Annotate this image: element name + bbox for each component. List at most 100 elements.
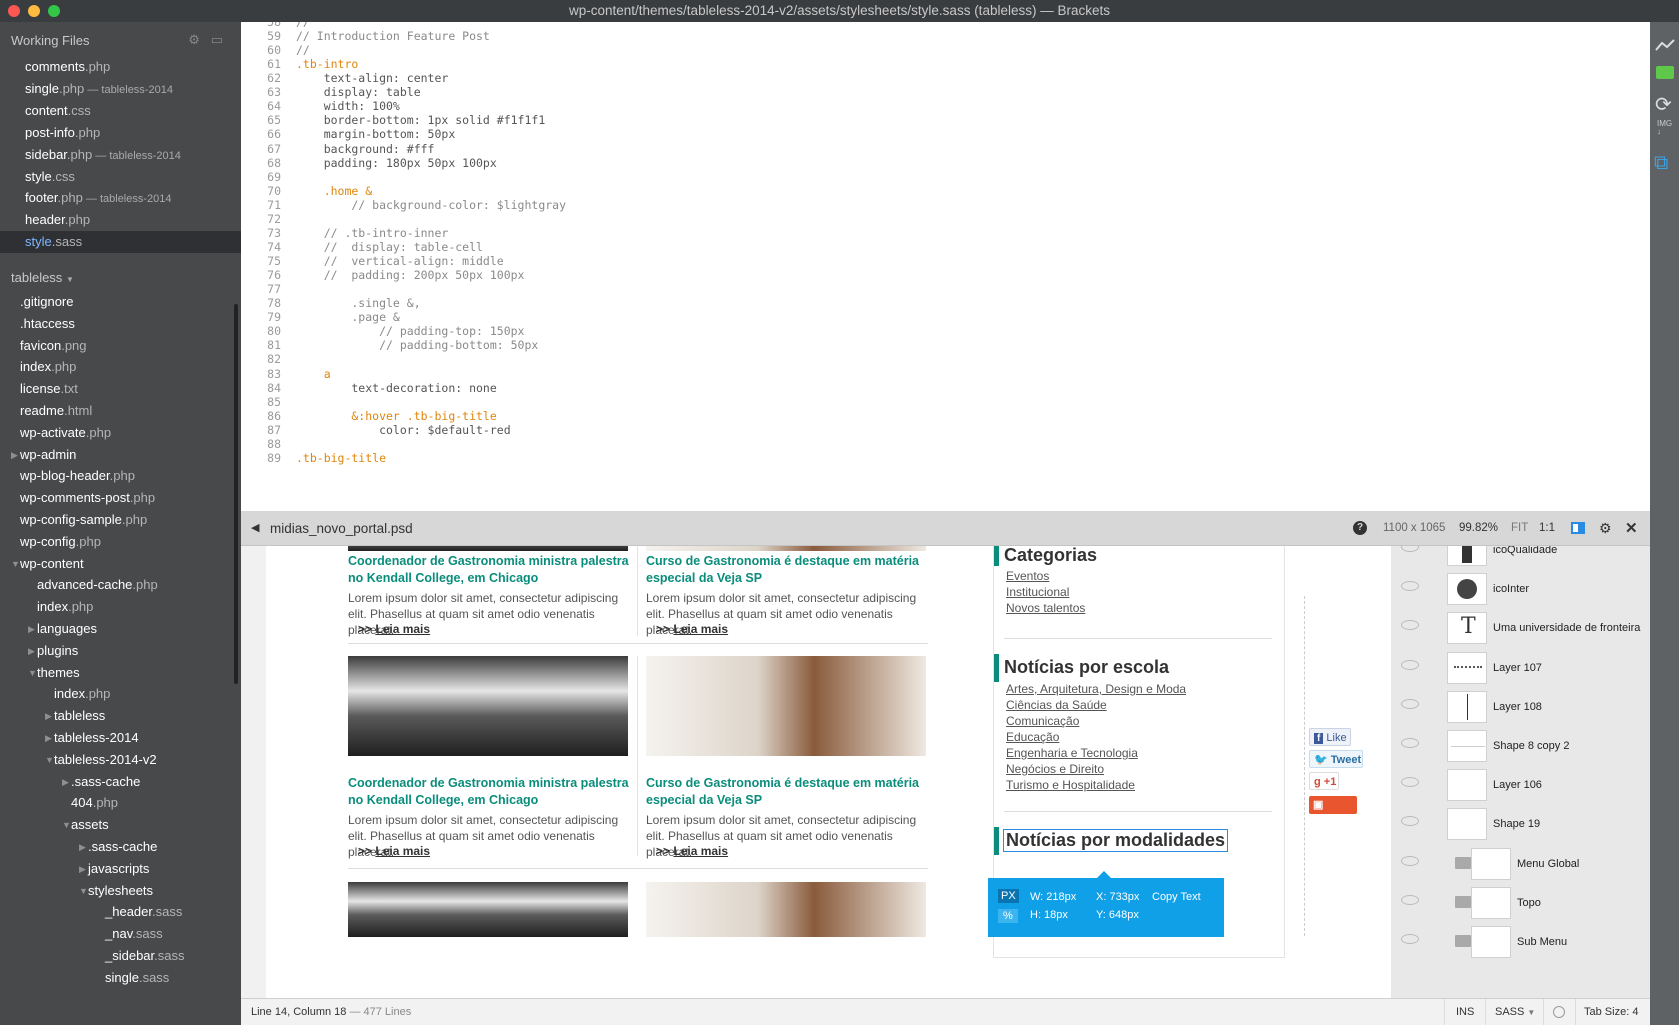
eye-icon[interactable] bbox=[1401, 620, 1419, 631]
close-icon[interactable]: ✕ bbox=[1625, 511, 1638, 546]
layer-row[interactable]: icoInter bbox=[1391, 570, 1650, 609]
collapse-icon[interactable]: ◀ bbox=[251, 511, 259, 546]
tree-item[interactable]: wp-blog-header.php bbox=[20, 465, 135, 487]
working-file-item[interactable]: header.php bbox=[25, 209, 90, 231]
layer-row[interactable]: Topo bbox=[1391, 884, 1650, 923]
image-info-icon[interactable]: IMG ↓ bbox=[1657, 120, 1672, 136]
school-link: Turismo e Hospitalidade bbox=[1006, 778, 1135, 792]
live-preview-icon[interactable] bbox=[1655, 38, 1675, 52]
working-file-item[interactable]: style.css bbox=[25, 166, 75, 188]
eye-icon[interactable] bbox=[1401, 581, 1419, 592]
tree-item[interactable]: ▶ plugins bbox=[28, 640, 78, 662]
tree-item[interactable]: ▼ wp-content bbox=[11, 553, 84, 575]
tree-item[interactable]: ▼ themes bbox=[28, 662, 80, 684]
eye-icon[interactable] bbox=[1401, 894, 1419, 905]
layers-icon[interactable]: ⧉ bbox=[1654, 152, 1668, 175]
tree-item[interactable]: favicon.png bbox=[20, 335, 87, 357]
code-editor[interactable]: 58//59// Introduction Feature Post 60//61… bbox=[241, 22, 1650, 511]
layer-row[interactable]: Menu Global bbox=[1391, 845, 1650, 884]
px-toggle[interactable]: PX bbox=[998, 889, 1019, 903]
tree-item[interactable]: ▶ tableless-2014 bbox=[45, 727, 139, 749]
tree-item[interactable]: ▶ languages bbox=[28, 618, 97, 640]
working-files-toolbar: ⚙ ▭ bbox=[188, 32, 223, 48]
layer-row[interactable]: icoQualidade bbox=[1391, 546, 1650, 570]
layer-row[interactable]: Layer 106 bbox=[1391, 766, 1650, 805]
sidebar-scrollbar[interactable] bbox=[234, 304, 238, 684]
eye-icon[interactable] bbox=[1401, 855, 1419, 866]
tree-item[interactable]: ▶ tableless bbox=[45, 705, 105, 727]
eye-icon[interactable] bbox=[1401, 816, 1419, 827]
linter-status-icon[interactable] bbox=[1553, 1006, 1565, 1018]
tree-item[interactable]: ▶ javascripts bbox=[79, 858, 149, 880]
tree-item[interactable]: wp-config.php bbox=[20, 531, 101, 553]
tree-item[interactable]: wp-config-sample.php bbox=[20, 509, 147, 531]
article-divider bbox=[348, 643, 928, 644]
project-dropdown[interactable]: tableless ▼ bbox=[11, 270, 74, 285]
psd-preview[interactable]: Coordenador de Gastronomia ministra pale… bbox=[241, 546, 1650, 998]
tree-item[interactable]: ▶ wp-admin bbox=[11, 444, 76, 466]
working-file-item[interactable]: comments.php bbox=[25, 56, 110, 78]
fit-button[interactable]: FIT bbox=[1511, 511, 1528, 546]
eye-icon[interactable] bbox=[1401, 546, 1419, 552]
layer-row[interactable]: T Uma universidade de fronteira bbox=[1391, 609, 1650, 648]
layer-row[interactable]: Sub Menu bbox=[1391, 923, 1650, 962]
layer-row[interactable]: Layer 108 bbox=[1391, 688, 1650, 727]
tree-item[interactable]: wp-activate.php bbox=[20, 422, 111, 444]
eye-icon[interactable] bbox=[1401, 934, 1419, 944]
tree-item[interactable]: .htaccess bbox=[20, 313, 75, 335]
article-read-more: >> Leia mais bbox=[656, 844, 728, 858]
tree-item[interactable]: ▶ .sass-cache bbox=[79, 836, 157, 858]
category-link: Eventos bbox=[1006, 569, 1050, 583]
layer-row[interactable]: Shape 19 bbox=[1391, 805, 1650, 844]
close-window-button[interactable] bbox=[8, 5, 20, 17]
tree-item[interactable]: wp-comments-post.php bbox=[20, 487, 155, 509]
tree-item[interactable]: ▼ tableless-2014-v2 bbox=[45, 749, 157, 771]
eye-icon[interactable] bbox=[1401, 698, 1419, 709]
layer-row[interactable]: Layer 107 bbox=[1391, 649, 1650, 688]
settings-gear-icon[interactable]: ⚙ bbox=[1599, 511, 1612, 546]
split-view-icon[interactable]: ▭ bbox=[211, 32, 223, 47]
working-file-item[interactable]: style.sass bbox=[25, 231, 82, 253]
eye-icon[interactable] bbox=[1401, 777, 1419, 788]
tree-item[interactable]: advanced-cache.php bbox=[37, 574, 158, 596]
help-icon[interactable]: ? bbox=[1353, 521, 1367, 535]
copy-text-button[interactable]: Copy Text bbox=[1152, 891, 1201, 903]
panel-toggle-icon[interactable] bbox=[1571, 522, 1585, 534]
tree-item[interactable]: ▼ assets bbox=[62, 814, 109, 836]
eye-icon[interactable] bbox=[1401, 659, 1419, 670]
line-number: 72 bbox=[267, 211, 281, 226]
tab-size-control[interactable]: Tab Size: 4 bbox=[1584, 999, 1638, 1025]
tree-item[interactable]: index.php bbox=[20, 356, 76, 378]
tree-item[interactable]: ▼ stylesheets bbox=[79, 880, 153, 902]
percent-toggle[interactable]: % bbox=[998, 909, 1018, 923]
working-file-item[interactable]: single.php — tableless-2014 bbox=[25, 78, 173, 100]
zoom-window-button[interactable] bbox=[48, 5, 60, 17]
tree-item[interactable]: .gitignore bbox=[20, 291, 73, 313]
working-file-item[interactable]: content.css bbox=[25, 100, 91, 122]
layer-row[interactable]: Shape 8 copy 2 bbox=[1391, 727, 1650, 766]
extension-manager-icon[interactable] bbox=[1656, 66, 1674, 79]
tree-item[interactable]: _nav.sass bbox=[105, 923, 163, 945]
tree-item[interactable]: _sidebar.sass bbox=[105, 945, 185, 967]
working-file-item[interactable]: sidebar.php — tableless-2014 bbox=[25, 144, 181, 166]
actual-size-button[interactable]: 1:1 bbox=[1539, 511, 1555, 546]
refresh-icon[interactable]: ⟳ bbox=[1655, 92, 1672, 117]
insert-mode-toggle[interactable]: INS bbox=[1456, 999, 1474, 1025]
working-file-item[interactable]: post-info.php bbox=[25, 122, 100, 144]
article-photo bbox=[646, 546, 926, 551]
tree-item[interactable]: readme.html bbox=[20, 400, 92, 422]
tree-item[interactable]: _header.sass bbox=[105, 901, 182, 923]
eye-icon[interactable] bbox=[1401, 738, 1419, 748]
minimize-window-button[interactable] bbox=[28, 5, 40, 17]
tree-item[interactable]: ▶ .sass-cache bbox=[62, 771, 140, 793]
tree-item[interactable]: license.txt bbox=[20, 378, 78, 400]
tree-item[interactable]: index.php bbox=[37, 596, 93, 618]
working-file-item[interactable]: footer.php — tableless-2014 bbox=[25, 187, 172, 209]
tree-item[interactable]: 404.php bbox=[71, 792, 118, 814]
school-link: Artes, Arquitetura, Design e Moda bbox=[1006, 682, 1187, 696]
tree-item-name: wp-config bbox=[20, 533, 76, 549]
tree-item[interactable]: single.sass bbox=[105, 967, 169, 989]
tree-item[interactable]: index.php bbox=[54, 683, 110, 705]
language-dropdown[interactable]: SASS ▼ bbox=[1495, 999, 1535, 1025]
gear-icon[interactable]: ⚙ bbox=[188, 32, 200, 47]
